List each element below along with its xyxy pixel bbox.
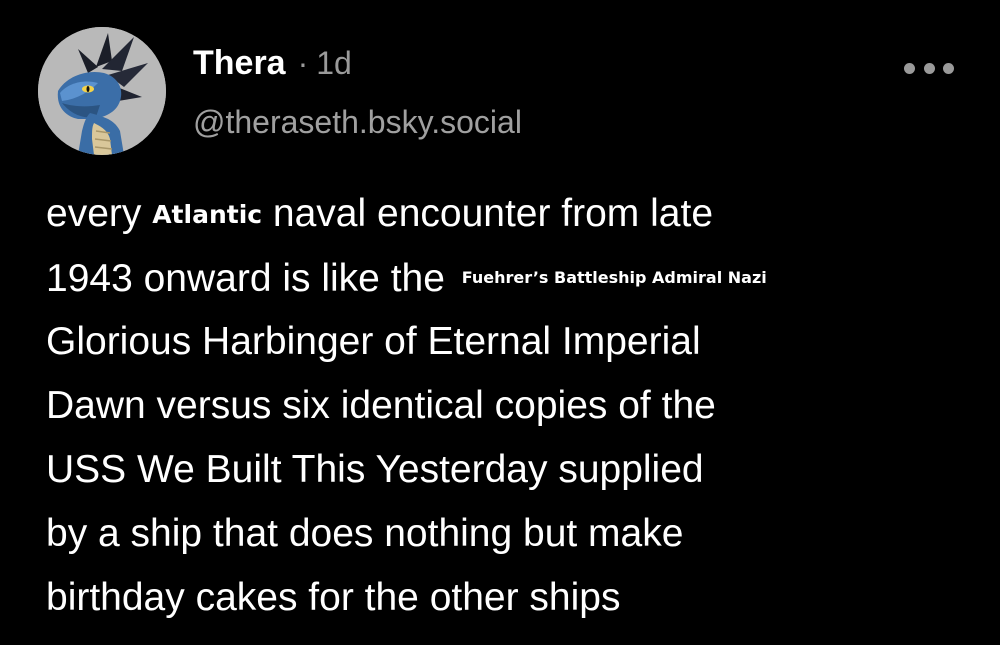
post-line: 1943 onward is like the Fuehrer’s Battle…: [46, 246, 986, 310]
more-options-button[interactable]: [904, 58, 954, 78]
overlay-caption: Atlantic: [152, 200, 263, 229]
post-line: by a ship that does nothing but make: [46, 512, 684, 555]
more-horizontal-icon: [904, 62, 915, 74]
meta-separator: ·: [297, 45, 309, 81]
post-card: Thera · 1d @theraseth.bsky.social every …: [0, 0, 1000, 645]
author-row: Thera · 1d: [193, 44, 352, 90]
author-display-name[interactable]: Thera: [193, 44, 286, 83]
post-line: birthday cakes for the other ships: [46, 576, 621, 619]
post-line: Dawn versus six identical copies of the: [46, 384, 716, 427]
post-text: every Atlantic naval encounter from late…: [46, 182, 986, 630]
post-line: USS We Built This Yesterday supplied: [46, 448, 704, 491]
dragon-avatar-icon: [38, 27, 166, 155]
author-handle[interactable]: @theraseth.bsky.social: [193, 104, 522, 141]
avatar[interactable]: [38, 27, 166, 155]
overlay-caption: Fuehrer’s Battleship Admiral Nazi: [461, 268, 767, 287]
text-segment: naval encounter from late: [262, 192, 714, 235]
post-line: Glorious Harbinger of Eternal Imperial: [46, 320, 701, 363]
post-line: every Atlantic naval encounter from late: [46, 182, 986, 246]
more-dot: [943, 62, 954, 74]
post-timestamp[interactable]: 1d: [316, 45, 352, 82]
text-segment: 1943 onward is like the: [46, 257, 456, 300]
more-dot: [923, 62, 935, 74]
text-segment: every: [46, 192, 153, 235]
